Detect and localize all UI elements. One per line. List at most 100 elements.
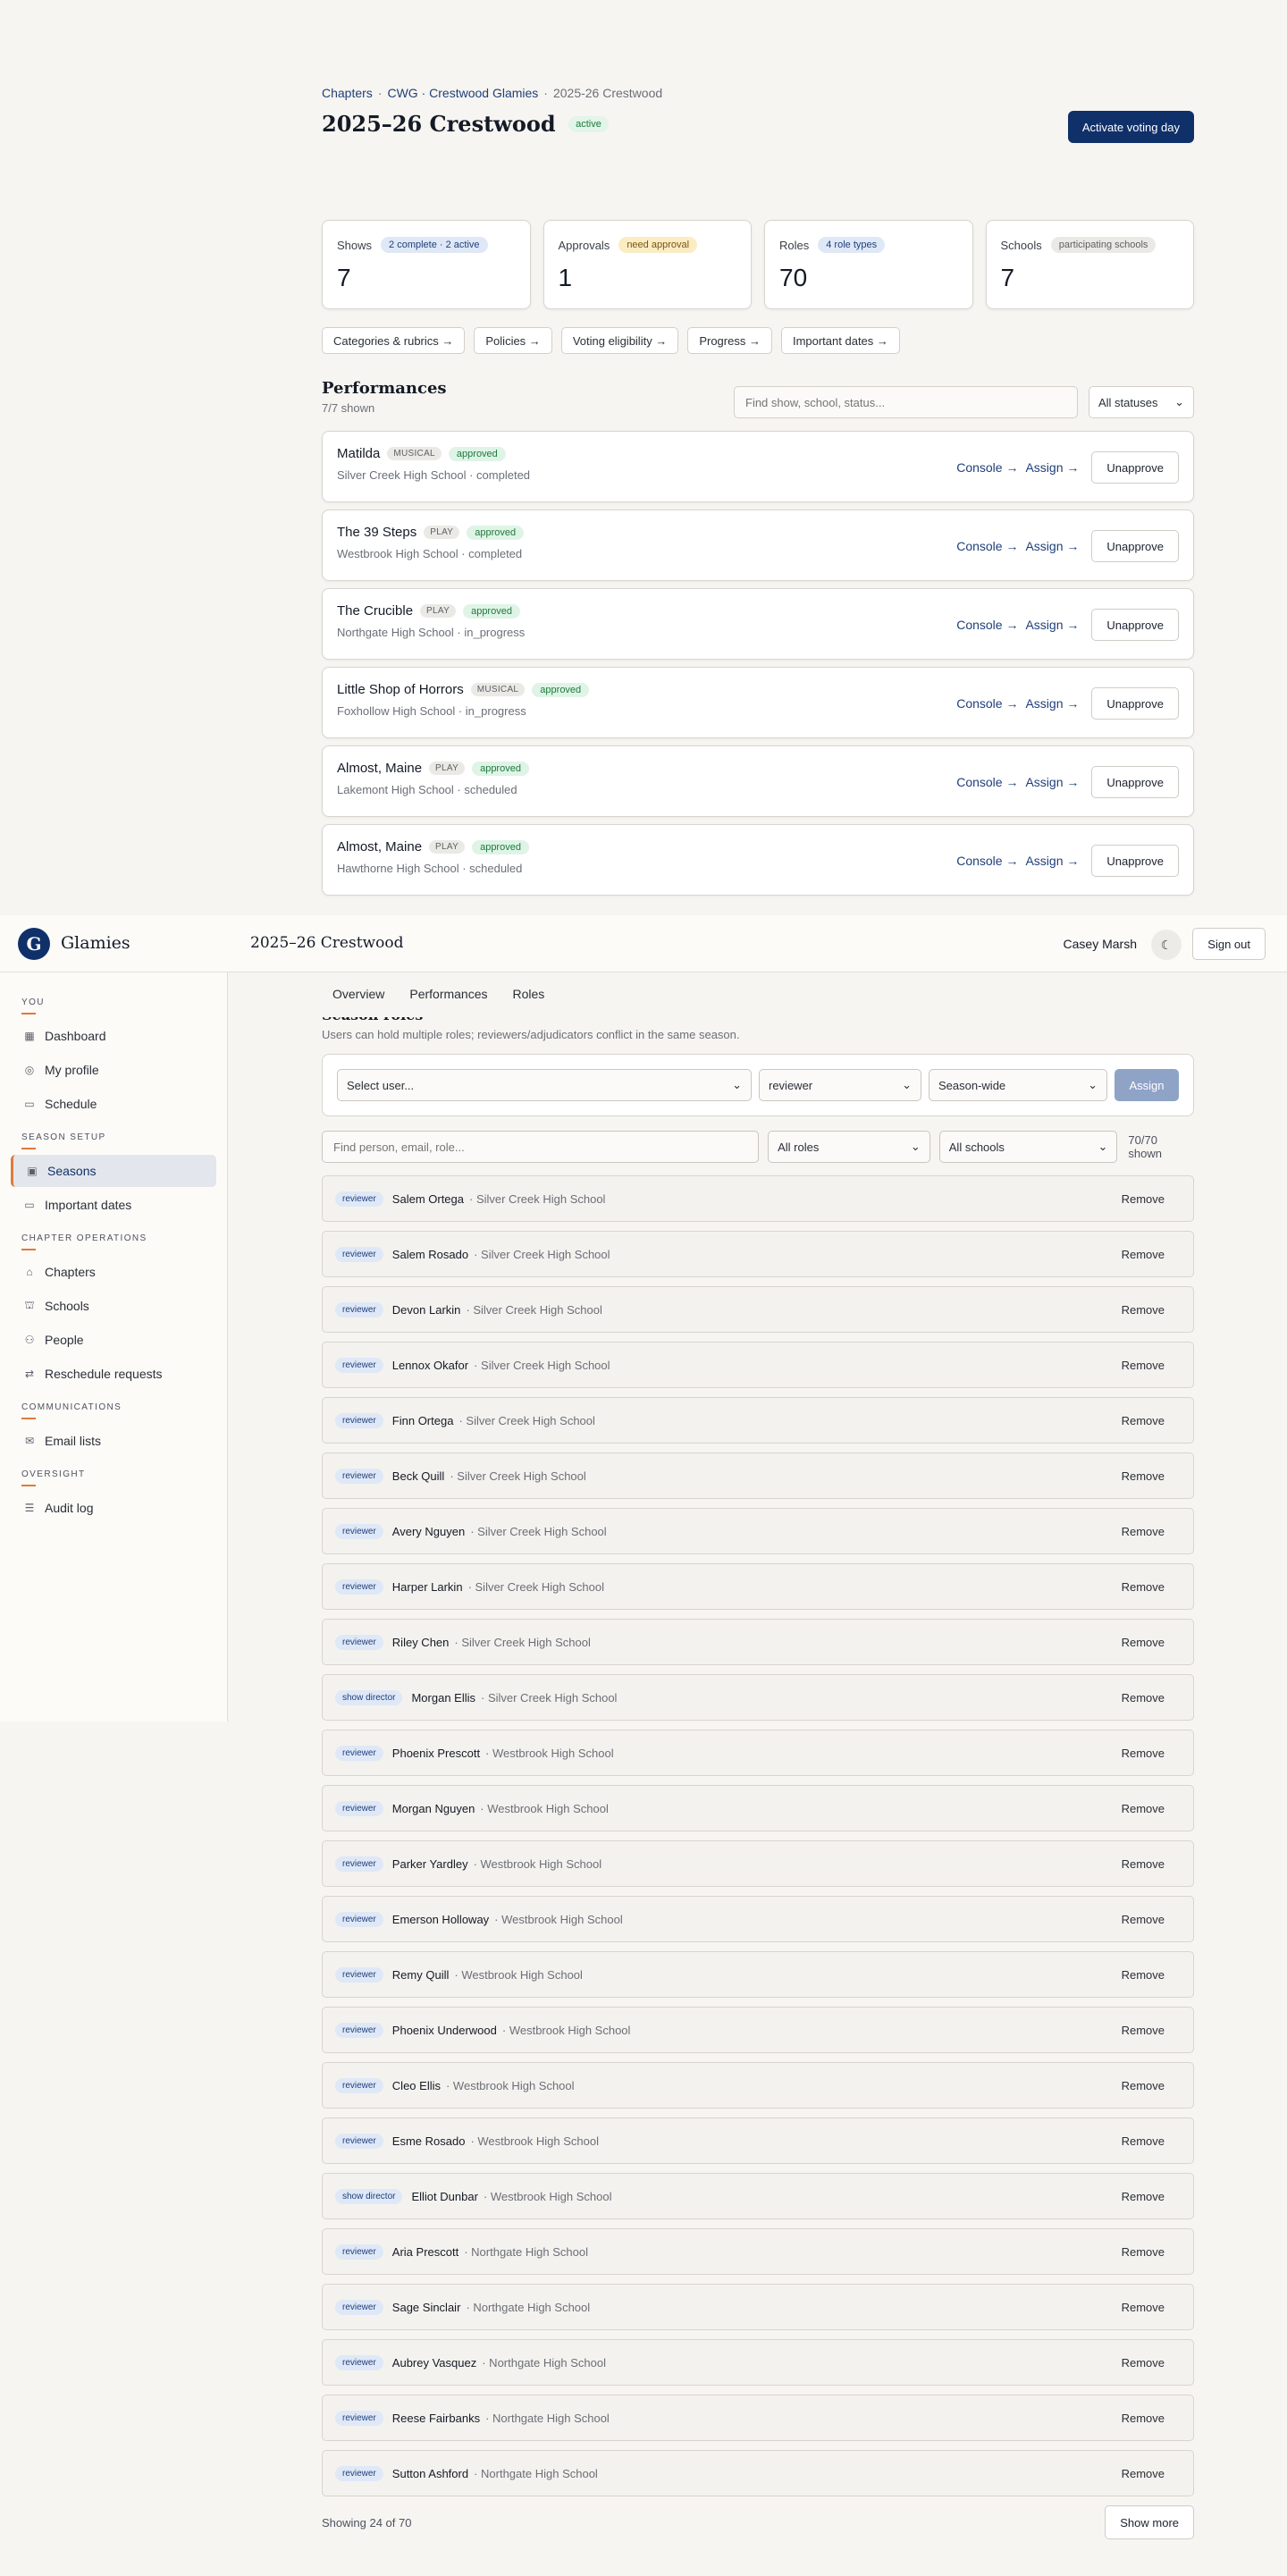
sidebar-item-label: Reschedule requests [45, 1367, 163, 1381]
assign-link[interactable]: Assign → [1025, 618, 1079, 632]
role-person-name: Esme Rosado [391, 2134, 466, 2148]
unapprove-button[interactable]: Unapprove [1091, 845, 1179, 877]
schools-filter-select[interactable]: All schools ⌄ [938, 1131, 1118, 1163]
performance-kind-tag: PLAY [424, 526, 460, 539]
stat-card-approvals: Approvals need approval 1 [543, 220, 752, 309]
status-filter-select[interactable]: All statuses ⌄ [1089, 386, 1194, 418]
role-select[interactable]: reviewer ⌄ [759, 1069, 921, 1101]
console-link[interactable]: Console → [956, 618, 1018, 632]
assign-link[interactable]: Assign → [1025, 775, 1079, 789]
page-title: 2025–26 Crestwood [322, 111, 556, 137]
remove-role-button[interactable]: Remove [1122, 1802, 1165, 1815]
tab-roles[interactable]: Roles [513, 987, 545, 1017]
user-select[interactable]: Select user... ⌄ [337, 1069, 752, 1101]
remove-role-button[interactable]: Remove [1122, 1359, 1165, 1372]
remove-role-button[interactable]: Remove [1122, 1580, 1165, 1594]
sidebar-item-my-profile[interactable]: ◎ My profile [11, 1054, 216, 1086]
role-row: reviewer Salem Ortega · Silver Creek High … [322, 1175, 1194, 1222]
role-school-name: · Northgate High School [466, 2300, 591, 2314]
remove-role-button[interactable]: Remove [1122, 2412, 1165, 2425]
assign-link[interactable]: Assign → [1025, 460, 1079, 475]
remove-role-button[interactable]: Remove [1122, 1636, 1165, 1649]
user-select-value: Select user... [347, 1078, 415, 1092]
console-link[interactable]: Console → [956, 460, 1018, 475]
sidebar-item-email-lists[interactable]: ✉ Email lists [11, 1425, 216, 1457]
stat-label: Shows [337, 238, 373, 252]
remove-role-button[interactable]: Remove [1122, 1192, 1165, 1206]
remove-role-button[interactable]: Remove [1122, 2134, 1165, 2148]
remove-role-button[interactable]: Remove [1122, 1691, 1165, 1705]
status-filter-value: All statuses [1098, 395, 1158, 409]
remove-role-button[interactable]: Remove [1122, 1469, 1165, 1483]
assign-link[interactable]: Assign → [1025, 539, 1079, 553]
scope-select[interactable]: Season-wide ⌄ [929, 1069, 1107, 1101]
tab-overview[interactable]: Overview [332, 987, 384, 1017]
voting-eligibility-button[interactable]: Voting eligibility → [560, 327, 679, 354]
sidebar-item-dashboard[interactable]: ▦ Dashboard [11, 1020, 216, 1052]
assign-link[interactable]: Assign → [1025, 854, 1079, 868]
sidebar-item-schedule[interactable]: ▭ Schedule [11, 1088, 216, 1120]
sidebar-item-chapters[interactable]: ⌂ Chapters [11, 1256, 216, 1288]
remove-role-button[interactable]: Remove [1122, 1913, 1165, 1926]
breadcrumb-chapter[interactable]: CWG · Crestwood Glamies [387, 86, 538, 100]
unapprove-button[interactable]: Unapprove [1091, 451, 1179, 484]
unapprove-button[interactable]: Unapprove [1091, 609, 1179, 641]
console-link[interactable]: Console → [956, 854, 1018, 868]
show-more-button[interactable]: Show more [1105, 2505, 1194, 2539]
remove-role-button[interactable]: Remove [1122, 2467, 1165, 2480]
sign-out-button[interactable]: Sign out [1192, 928, 1266, 960]
glamies-logo-icon[interactable]: G [18, 928, 50, 960]
sidebar-item-audit-log[interactable]: ☰ Audit log [11, 1492, 216, 1524]
important-dates-button[interactable]: Important dates → [780, 327, 900, 354]
breadcrumb-chapters[interactable]: Chapters [322, 86, 373, 100]
unapprove-button[interactable]: Unapprove [1091, 530, 1179, 562]
sidebar-item-seasons[interactable]: ▣ Seasons [11, 1155, 216, 1187]
assign-link[interactable]: Assign → [1025, 696, 1079, 711]
progress-button[interactable]: Progress → [687, 327, 772, 354]
activate-voting-day-button[interactable]: Activate voting day [1067, 111, 1194, 143]
categories-rubrics-button[interactable]: Categories & rubrics → [322, 327, 466, 354]
console-link[interactable]: Console → [956, 775, 1018, 789]
remove-role-button[interactable]: Remove [1122, 1303, 1165, 1317]
role-tag: reviewer [335, 1856, 383, 1872]
remove-role-button[interactable]: Remove [1122, 2190, 1165, 2203]
remove-role-button[interactable]: Remove [1122, 1414, 1165, 1427]
remove-role-button[interactable]: Remove [1122, 2245, 1165, 2259]
role-person-name: Devon Larkin [391, 1302, 461, 1317]
console-link[interactable]: Console → [956, 539, 1018, 553]
unapprove-button[interactable]: Unapprove [1091, 766, 1179, 798]
sidebar-item-important-dates[interactable]: ▭ Important dates [11, 1189, 216, 1221]
remove-role-button[interactable]: Remove [1122, 2301, 1165, 2314]
remove-role-button[interactable]: Remove [1122, 2024, 1165, 2037]
sidebar-item-schools[interactable]: ⛫ Schools [11, 1290, 216, 1322]
sidebar-item-reschedule-requests[interactable]: ⇄ Reschedule requests [11, 1358, 216, 1390]
theme-toggle-moon-icon[interactable]: ☾ [1151, 930, 1182, 960]
role-row: reviewer Sage Sinclair · Northgate High Sc… [322, 2284, 1194, 2330]
remove-role-button[interactable]: Remove [1122, 2079, 1165, 2092]
roles-search-input[interactable] [322, 1131, 760, 1163]
unapprove-button[interactable]: Unapprove [1091, 687, 1179, 720]
role-tag: reviewer [335, 2022, 383, 2038]
remove-role-button[interactable]: Remove [1122, 1248, 1165, 1261]
remove-role-button[interactable]: Remove [1122, 2356, 1165, 2370]
remove-role-button[interactable]: Remove [1122, 1857, 1165, 1871]
role-row: show director Elliot Dunbar · Westbrook Hi… [322, 2173, 1194, 2219]
stat-value: 7 [337, 264, 351, 291]
stat-label: Roles [779, 238, 810, 252]
assign-role-button[interactable]: Assign [1115, 1069, 1179, 1101]
performances-search-input[interactable] [734, 386, 1078, 418]
mail-icon: ✉ [24, 1435, 35, 1447]
tab-performances[interactable]: Performances [409, 987, 487, 1017]
role-school-name: · Silver Creek High School [481, 1690, 618, 1705]
policies-button[interactable]: Policies → [474, 327, 552, 354]
role-tag: reviewer [335, 1468, 383, 1484]
remove-role-button[interactable]: Remove [1122, 1525, 1165, 1538]
remove-role-button[interactable]: Remove [1122, 1968, 1165, 1982]
role-row: show director Morgan Ellis · Silver Creek … [322, 1674, 1194, 1721]
role-person-name: Emerson Holloway [391, 1912, 490, 1926]
remove-role-button[interactable]: Remove [1122, 1747, 1165, 1760]
console-link[interactable]: Console → [956, 696, 1018, 711]
chevron-down-icon: ⌄ [1174, 395, 1184, 408]
roles-filter-select[interactable]: All roles ⌄ [768, 1131, 930, 1163]
sidebar-item-people[interactable]: ⚇ People [11, 1324, 216, 1356]
